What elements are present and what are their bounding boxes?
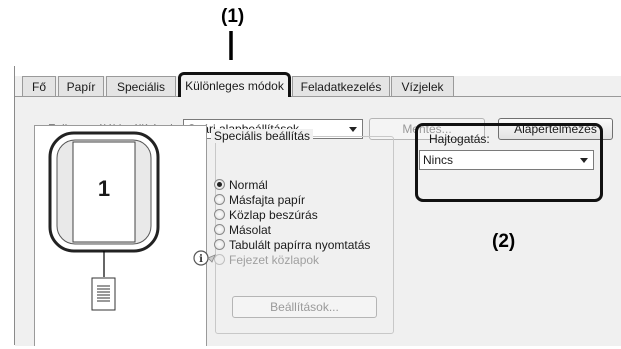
radio-label: Közlap beszúrás (229, 208, 318, 222)
folding-value: Nincs (423, 153, 454, 167)
svg-text:i: i (199, 254, 203, 265)
tab-feladatkezeles[interactable]: Feladatkezelés (292, 76, 390, 96)
info-icon[interactable]: i (193, 249, 217, 269)
radio-button[interactable] (214, 209, 225, 220)
tab-papir[interactable]: Papír (58, 76, 104, 96)
preview-page-number: 1 (97, 176, 111, 201)
printer-properties-dialog: Fő Papír Speciális Különleges módok Fela… (14, 66, 621, 346)
document-icon (91, 277, 116, 311)
radio-label: Másolat (229, 223, 272, 237)
radio-label: Normál (229, 178, 268, 192)
radio-label: Tabulált papírra nyomtatás (229, 238, 371, 252)
preview-graphic (48, 131, 160, 311)
tab-specialis[interactable]: Speciális (106, 76, 176, 96)
radio-button[interactable] (214, 179, 225, 190)
tab-vizjelek[interactable]: Vízjelek (391, 76, 454, 96)
special-settings-title: Speciális beállítás (211, 129, 314, 143)
folding-label: Hajtogatás: (429, 132, 490, 146)
radio-button[interactable] (214, 224, 225, 235)
settings-button[interactable]: Beállítások... (232, 296, 377, 318)
radio-button[interactable] (214, 194, 225, 205)
preview-area: 1 (34, 125, 207, 346)
chevron-down-icon (580, 158, 588, 163)
dropdown-callout-label: (2) (492, 231, 516, 252)
tab-fo[interactable]: Fő (22, 76, 56, 96)
tab-kulonleges-modok[interactable]: Különleges módok (178, 72, 291, 97)
chevron-down-icon (349, 127, 357, 132)
radio-label: Fejezet közlapok (229, 253, 320, 267)
folding-dropdown[interactable]: Nincs (419, 150, 594, 170)
radio-label: Másfajta papír (229, 193, 306, 207)
